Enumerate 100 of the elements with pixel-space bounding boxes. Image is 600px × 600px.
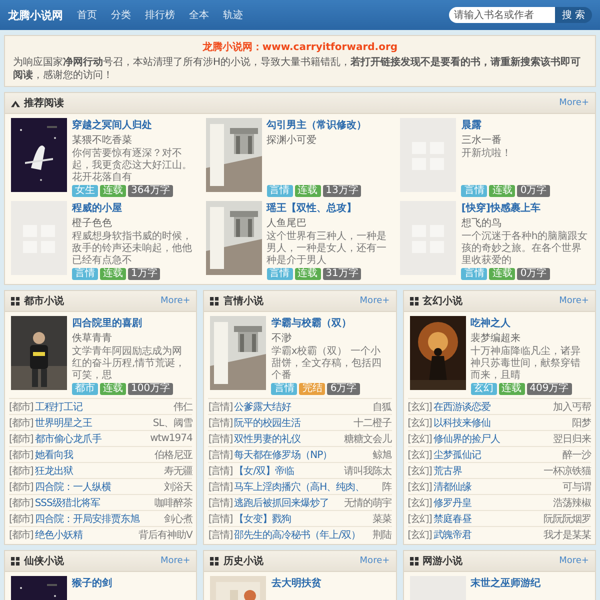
book-title-link[interactable]: 马车上淫肉播穴（高H、纯肉、 xyxy=(234,480,380,494)
book-title-link[interactable]: 禁庭春昼 xyxy=(433,512,542,526)
panel-title: 仙侠小说 xyxy=(24,554,65,568)
book-description: 程威想身软指书威的时候，敌手的铃声还未响起，他他已经有点急不 xyxy=(72,231,193,267)
book-author: 糖糖文会儿 xyxy=(344,432,392,446)
book-title-link[interactable]: 都市偷心龙爪手 xyxy=(34,432,148,446)
nav-link[interactable]: 排行榜 xyxy=(145,8,175,22)
category-label: [玄幻] xyxy=(408,528,432,542)
grid-icon xyxy=(11,556,20,566)
book-title-link[interactable]: 公爹露大结好 xyxy=(234,400,371,414)
book-title-link[interactable]: 学霸与校霸（双） xyxy=(271,316,390,330)
book-title-link[interactable]: 猴子的剑 xyxy=(72,576,190,590)
more-link[interactable]: More+ xyxy=(360,296,390,306)
category-label: [都市] xyxy=(9,480,33,494)
search-field[interactable]: 请输入书名或作者 xyxy=(448,7,555,23)
tag-label[interactable]: 连载 xyxy=(294,185,321,197)
book-title-link[interactable]: 清都仙缘 xyxy=(433,480,560,494)
book-title-link[interactable]: 武魄帝君 xyxy=(433,528,542,542)
tag-label[interactable]: 6万字 xyxy=(327,383,360,395)
book-title-link[interactable]: 修仙界的捡尸人 xyxy=(433,432,551,446)
book-title-link[interactable]: 世界明星之王 xyxy=(34,416,151,430)
book-description: 十万神庙降临凡尘，诸异神只苏毒世间，献祭穿错而来，且晴 xyxy=(470,346,582,382)
tag-label[interactable]: 1万字 xyxy=(128,268,160,280)
site-logo[interactable]: 龙腾小说网 xyxy=(8,8,63,22)
book-title-link[interactable]: 她看向我 xyxy=(34,448,152,462)
book-author: 阮阮阮烟罗 xyxy=(543,512,591,526)
book-title-link[interactable]: [快穿]快感裹上车 xyxy=(461,201,589,215)
more-link[interactable]: More+ xyxy=(160,556,190,566)
book-author: 阵 xyxy=(382,480,392,494)
tag-label[interactable]: 0万字 xyxy=(517,268,550,280)
book-description: 文学青年阿园励志成为网红的奋斗历程,情节荒诞，可笑，思 xyxy=(72,346,186,382)
tag-label[interactable]: 100万字 xyxy=(128,383,174,395)
book-title-link[interactable]: 邵先生的高冷秘书（年上/双） xyxy=(234,528,371,542)
nav-link[interactable]: 全本 xyxy=(189,8,209,22)
category-label: [玄幻] xyxy=(408,416,432,430)
category-label: [玄幻] xyxy=(408,432,432,446)
book-title-link[interactable]: 在西游谈恋爱 xyxy=(433,400,551,414)
tag-label[interactable]: 连载 xyxy=(100,383,126,395)
book-title-link[interactable]: 四合院：一人纵横 xyxy=(34,480,162,494)
book-title-link[interactable]: 逃跑后被抓回来爆炒了 xyxy=(234,496,342,510)
book-title-link[interactable]: 四合院里的喜剧 xyxy=(72,316,190,330)
tag-label[interactable]: 连载 xyxy=(498,383,525,395)
tag-label[interactable]: 连载 xyxy=(489,185,516,197)
panel-title: 言情小说 xyxy=(223,294,264,308)
book-title-link[interactable]: 去大明扶贫 xyxy=(271,576,390,590)
book-author: 阳梦 xyxy=(572,416,591,430)
search-button[interactable]: 搜 索 xyxy=(554,7,592,23)
grid-icon xyxy=(11,296,20,306)
tag-label[interactable]: 连载 xyxy=(100,185,126,197)
category-label: [都市] xyxy=(9,512,33,526)
tag-label[interactable]: 连载 xyxy=(489,268,516,280)
category-label: [言情] xyxy=(208,448,232,462)
tag-label[interactable]: 13万字 xyxy=(322,185,362,197)
category-label: [都市] xyxy=(9,528,33,542)
tag-label[interactable]: 连载 xyxy=(100,268,126,280)
book-title-link[interactable]: 晨露 xyxy=(461,118,589,132)
tag-label[interactable]: 连载 xyxy=(294,268,321,280)
book-title-link[interactable]: 四合院：开局安排贾东旭 xyxy=(34,512,162,526)
book-title-link[interactable]: 每天都在修罗场（NP） xyxy=(234,448,371,462)
book-author: 可与谓 xyxy=(562,480,591,494)
tag-label[interactable]: 0万字 xyxy=(517,185,550,197)
more-link[interactable]: More+ xyxy=(160,296,190,306)
book-title-link[interactable]: 阮平的校园生活 xyxy=(234,416,352,430)
book-title-link[interactable]: 双性男妻的礼仪 xyxy=(234,432,342,446)
book-title-link[interactable]: 程威的小屋 xyxy=(72,201,200,215)
nav-link[interactable]: 轨迹 xyxy=(223,8,243,22)
book-author: 想飞的鸟 xyxy=(461,216,502,230)
category-label: [言情] xyxy=(208,416,232,430)
nav-link[interactable]: 首页 xyxy=(77,8,97,22)
book-author: 醉一沙 xyxy=(562,448,591,462)
book-title-link[interactable]: 以科技来修仙 xyxy=(433,416,570,430)
book-author: 刘浴天 xyxy=(164,480,192,494)
book-title-link[interactable]: 绝色小妖精 xyxy=(34,528,136,542)
book-title-link[interactable]: 勾引男主（常识修改） xyxy=(266,118,394,132)
book-title-link[interactable]: 荒古界 xyxy=(433,464,542,478)
book-author: 菜菜 xyxy=(372,512,392,526)
book-author: 人鱼尾巴 xyxy=(266,217,308,230)
book-title-link[interactable]: 穿越之冥间人归处 xyxy=(72,118,200,132)
book-title-link[interactable]: 末世之巫师游纪 xyxy=(470,576,589,590)
more-link[interactable]: More+ xyxy=(559,556,589,566)
nav-link[interactable]: 分类 xyxy=(111,8,131,22)
more-link[interactable]: More+ xyxy=(559,296,589,306)
book-title-link[interactable]: 尘梦孤仙记 xyxy=(433,448,560,462)
category-label: [言情] xyxy=(208,432,232,446)
book-title-link[interactable]: 狂龙出狱 xyxy=(34,464,162,478)
more-link[interactable]: More+ xyxy=(360,556,390,566)
tag-label[interactable]: 364万字 xyxy=(128,185,174,197)
category-label: [玄幻] xyxy=(408,448,432,462)
book-title-link[interactable]: 修罗丹皇 xyxy=(433,496,551,510)
grid-icon xyxy=(210,556,220,566)
book-title-link[interactable]: 【女/双】帝临 xyxy=(234,464,342,478)
tag-label[interactable]: 31万字 xyxy=(322,268,362,280)
category-label: [都市] xyxy=(9,496,33,510)
tag-label[interactable]: 409万字 xyxy=(526,383,572,395)
book-title-link[interactable]: SSS级猎北将军 xyxy=(34,496,152,510)
book-title-link[interactable]: 吃神之人 xyxy=(470,316,589,330)
book-title-link[interactable]: 工程打工记 xyxy=(34,400,172,414)
book-title-link[interactable]: 【女变】戮狗 xyxy=(234,512,371,526)
more-link[interactable]: More+ xyxy=(559,98,589,108)
book-title-link[interactable]: 瑶王【双性、总攻】 xyxy=(266,201,394,215)
